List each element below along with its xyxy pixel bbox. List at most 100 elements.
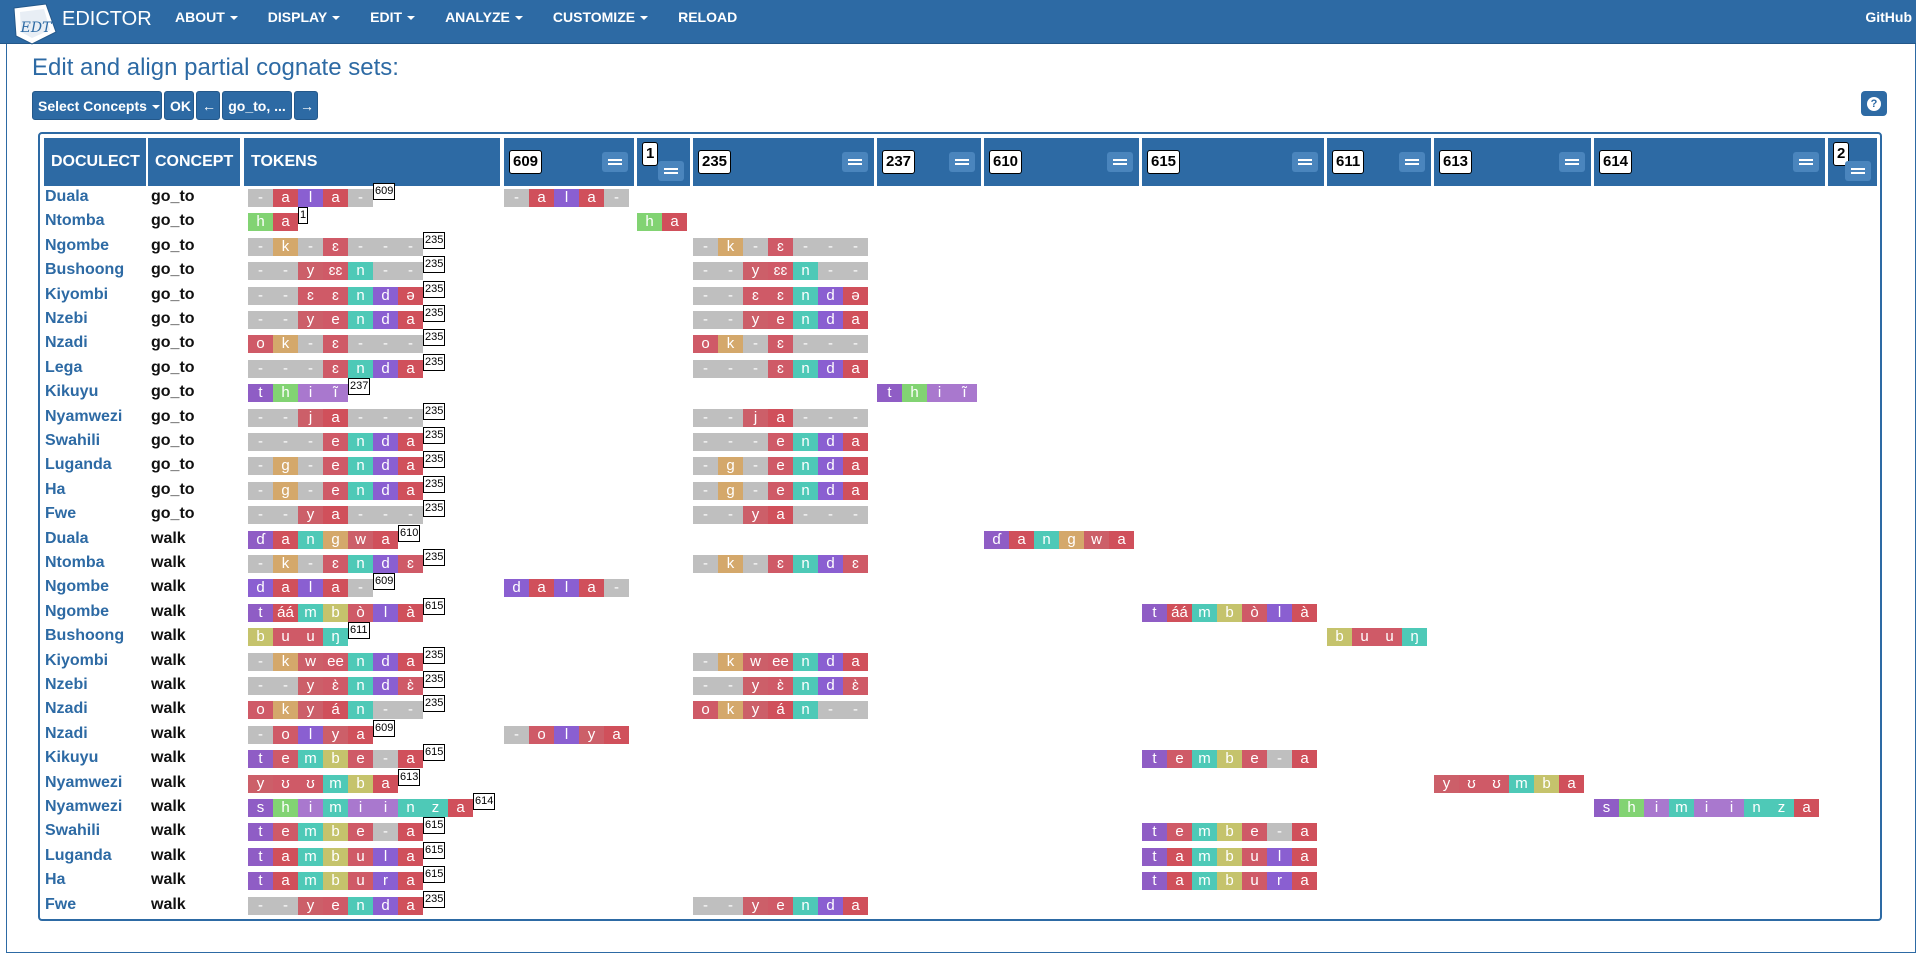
alignment-segment[interactable]: -	[693, 311, 718, 329]
align-equals-icon[interactable]	[842, 152, 868, 172]
token-segment[interactable]: -	[373, 750, 398, 769]
token-segment[interactable]: ɗ	[248, 530, 273, 549]
alignment-segment[interactable]: b	[1217, 872, 1242, 891]
alignment-segment[interactable]: -	[843, 408, 868, 427]
align-equals-icon[interactable]	[602, 152, 628, 172]
alignment-segment[interactable]: -	[604, 579, 629, 598]
alignment-segment[interactable]: -	[718, 262, 743, 281]
token-segment[interactable]: -	[298, 555, 323, 573]
token-segment[interactable]: b	[248, 628, 273, 647]
token-segment[interactable]: l	[298, 189, 323, 207]
token-segment[interactable]: b	[323, 750, 348, 769]
token-segment[interactable]: -	[248, 896, 273, 915]
token-segment[interactable]: w	[348, 530, 373, 549]
cognate-id-badge[interactable]: 1	[642, 142, 659, 166]
token-segment[interactable]: à	[398, 603, 423, 622]
alignment-segment[interactable]: -	[693, 408, 718, 427]
morpheme-cognate-badge[interactable]: 615	[423, 866, 446, 884]
token-segment[interactable]: n	[348, 457, 373, 476]
alignment-segment[interactable]: a	[1167, 847, 1192, 866]
alignment-segment[interactable]: d	[818, 286, 843, 305]
morpheme-cognate-badge[interactable]: 615	[423, 744, 446, 762]
alignment-segment[interactable]: t	[1142, 847, 1167, 866]
doculect-cell[interactable]: Nzebi	[45, 310, 88, 328]
token-segment[interactable]: d	[373, 433, 398, 451]
token-segment[interactable]: -	[248, 433, 273, 451]
alignment-segment[interactable]: -	[843, 701, 868, 720]
alignment-segment[interactable]: h	[637, 213, 662, 232]
alignment-segment[interactable]: t	[1142, 872, 1167, 891]
doculect-cell[interactable]: Duala	[45, 530, 89, 548]
token-segment[interactable]: n	[348, 555, 373, 573]
alignment-segment[interactable]: e	[1242, 750, 1267, 769]
alignment-segment[interactable]: t	[1142, 750, 1167, 769]
token-segment[interactable]: -	[248, 506, 273, 525]
token-segment[interactable]: -	[248, 189, 273, 207]
alignment-segment[interactable]: b	[1534, 774, 1559, 793]
token-segment[interactable]: -	[248, 725, 273, 744]
token-segment[interactable]: g	[323, 530, 348, 549]
token-segment[interactable]: u	[348, 847, 373, 866]
token-segment[interactable]: -	[248, 677, 273, 695]
token-segment[interactable]: n	[298, 530, 323, 549]
token-segment[interactable]: a	[273, 530, 298, 549]
token-segment[interactable]: h	[248, 213, 273, 232]
previous-button[interactable]: ←	[196, 91, 220, 120]
alignment-segment[interactable]: o	[693, 701, 718, 720]
alignment-segment[interactable]: n	[793, 481, 818, 500]
token-segment[interactable]: -	[373, 335, 398, 354]
alignment-segment[interactable]: h	[1619, 799, 1644, 817]
token-segment[interactable]: -	[273, 286, 298, 305]
token-segment[interactable]: m	[323, 799, 348, 817]
alignment-segment[interactable]: u	[1352, 628, 1377, 647]
morpheme-cognate-badge[interactable]: 1	[298, 207, 309, 225]
alignment-segment[interactable]: a	[843, 481, 868, 500]
alignment-segment[interactable]: a	[843, 433, 868, 451]
token-segment[interactable]: a	[398, 359, 423, 378]
alignment-segment[interactable]: o	[529, 725, 554, 744]
alignment-segment[interactable]: d	[818, 359, 843, 378]
menu-about[interactable]: ABOUT	[160, 0, 253, 34]
doculect-cell[interactable]: Kikuyu	[45, 749, 98, 767]
alignment-segment[interactable]: m	[1669, 799, 1694, 817]
alignment-segment[interactable]: t	[1142, 603, 1167, 622]
morpheme-cognate-badge[interactable]: 609	[373, 183, 396, 200]
alignment-segment[interactable]: t	[877, 384, 902, 403]
token-segment[interactable]: h	[273, 384, 298, 403]
doculect-cell[interactable]: Ngombe	[45, 237, 109, 255]
morpheme-cognate-badge[interactable]: 235	[423, 475, 446, 493]
alignment-segment[interactable]: a	[1009, 530, 1034, 549]
token-segment[interactable]: b	[323, 823, 348, 842]
alignment-segment[interactable]: ɛ	[768, 237, 793, 256]
doculect-cell[interactable]: Nzadi	[45, 725, 88, 743]
token-segment[interactable]: -	[273, 311, 298, 329]
token-segment[interactable]: á	[323, 701, 348, 720]
alignment-segment[interactable]: n	[793, 286, 818, 305]
token-segment[interactable]: -	[373, 408, 398, 427]
ok-button[interactable]: OK	[164, 91, 194, 120]
doculect-cell[interactable]: Luganda	[45, 847, 112, 865]
morpheme-cognate-badge[interactable]: 235	[423, 231, 446, 249]
token-segment[interactable]: b	[323, 847, 348, 866]
token-segment[interactable]: -	[273, 359, 298, 378]
token-segment[interactable]: u	[298, 628, 323, 647]
token-segment[interactable]: j	[298, 408, 323, 427]
token-segment[interactable]: z	[423, 799, 448, 817]
alignment-segment[interactable]: a	[529, 579, 554, 598]
token-segment[interactable]: ŋ	[323, 628, 348, 647]
morpheme-cognate-badge[interactable]: 235	[423, 427, 446, 444]
alignment-segment[interactable]: -	[743, 433, 768, 451]
alignment-segment[interactable]: -	[818, 335, 843, 354]
alignment-segment[interactable]: g	[718, 457, 743, 476]
token-segment[interactable]: -	[348, 579, 373, 598]
alignment-segment[interactable]: a	[843, 311, 868, 329]
alignment-segment[interactable]: a	[604, 725, 629, 744]
alignment-segment[interactable]: n	[793, 457, 818, 476]
morpheme-cognate-badge[interactable]: 615	[423, 841, 446, 859]
token-segment[interactable]: m	[298, 847, 323, 866]
token-segment[interactable]: a	[398, 311, 423, 329]
alignment-segment[interactable]: e	[768, 896, 793, 915]
alignment-segment[interactable]: -	[743, 359, 768, 378]
token-segment[interactable]: ee	[323, 652, 348, 671]
alignment-segment[interactable]: m	[1192, 750, 1217, 769]
